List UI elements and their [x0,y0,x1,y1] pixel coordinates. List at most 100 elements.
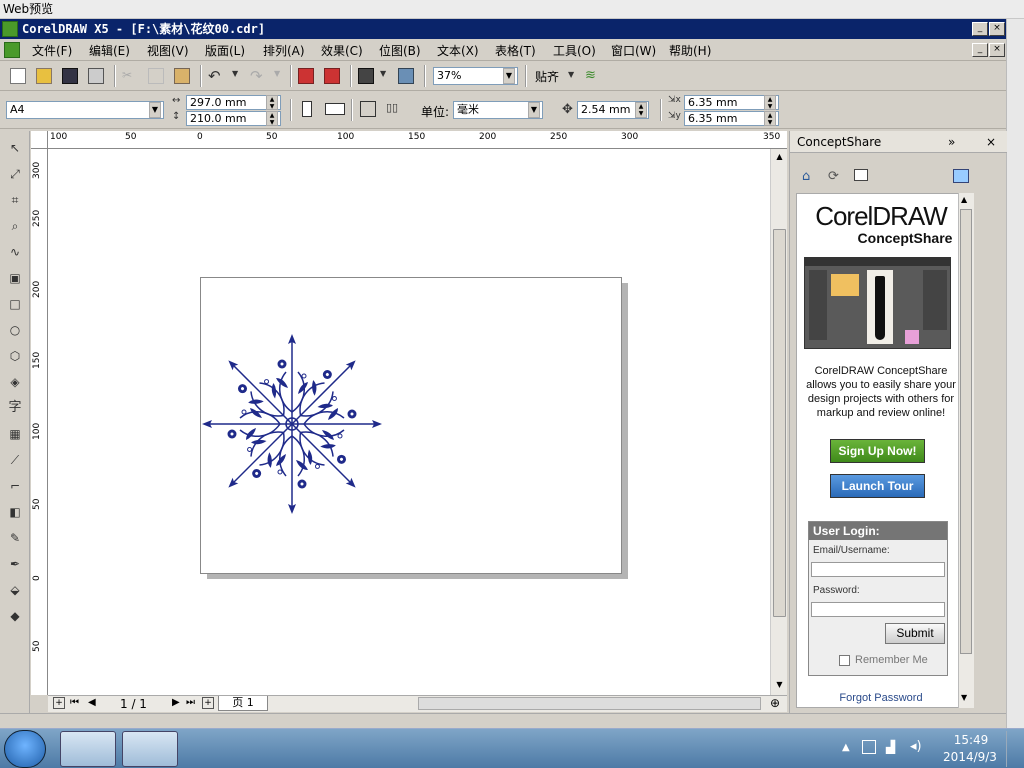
password-field[interactable] [811,602,945,617]
menu-tools[interactable]: 工具(O) [553,42,596,59]
polygon-tool-icon[interactable]: ⬡ [6,347,24,365]
application-launcher-icon[interactable] [358,68,374,84]
menu-text[interactable]: 文本(X) [437,42,479,59]
tray-expand-icon[interactable]: ▲ [842,742,850,753]
taskbar-app-coreldraw-icon[interactable] [122,731,178,767]
snap-to-label[interactable]: 贴齐 [535,68,559,85]
page-width-spinner[interactable]: ▲ ▼ [266,95,278,110]
options-icon[interactable]: ≋ [585,68,601,84]
menu-window[interactable]: 窗口(W) [611,42,656,59]
ruler-origin[interactable] [31,131,48,149]
export-icon[interactable] [324,68,340,84]
outline-tool-icon[interactable]: ✒ [6,555,24,573]
outer-scrollbar[interactable] [1006,19,1024,728]
rectangle-tool-icon[interactable]: □ [6,295,24,313]
prev-page-icon[interactable]: ◀ [88,697,96,708]
page-tab[interactable]: 页 1 [218,696,268,711]
doc-close-icon[interactable]: × [989,43,1005,57]
snap-dropdown-icon[interactable]: ▼ [568,70,584,86]
page-height-spinner[interactable]: ▲ ▼ [266,111,278,126]
open-folder-icon[interactable] [36,68,52,84]
menu-file[interactable]: 文件(F) [32,42,72,59]
next-page-icon[interactable]: ▶ [172,697,180,708]
new-document-icon[interactable] [10,68,26,84]
zoom-dropdown-icon[interactable]: ▼ [503,68,515,84]
print-icon[interactable] [88,68,104,84]
start-button-icon[interactable] [4,730,46,768]
zoom-tool-icon[interactable]: ⌕ [6,217,24,235]
clock-date[interactable]: 2014/9/3 [940,750,1000,764]
portrait-icon[interactable] [302,101,312,117]
docker-scroll-down-icon[interactable]: ▼ [961,693,967,702]
crop-tool-icon[interactable]: ⌗ [6,191,24,209]
eyedropper-tool-icon[interactable]: ✎ [6,529,24,547]
add-page-after-icon[interactable]: + [202,697,214,709]
menu-bitmaps[interactable]: 位图(B) [379,42,421,59]
menu-effects[interactable]: 效果(C) [321,42,363,59]
canvas-vertical-scrollbar[interactable]: ▲ ▼ [770,149,787,695]
menu-arrange[interactable]: 排列(A) [263,42,305,59]
shape-tool-icon[interactable]: ⤢ [6,165,24,183]
menu-help[interactable]: 帮助(H) [669,42,711,59]
menu-edit[interactable]: 编辑(E) [89,42,130,59]
all-pages-icon[interactable] [360,101,376,117]
launch-tour-button[interactable]: Launch Tour [830,474,925,498]
docker-scrollbar[interactable]: ▲ ▼ [958,193,974,708]
horizontal-ruler[interactable]: 100 50 0 50 100 150 200 250 300 350 [48,131,787,149]
vertical-scroll-thumb[interactable] [773,229,786,617]
launcher-dropdown-icon[interactable]: ▼ [380,69,396,85]
docker-expand-icon[interactable]: » [948,131,955,153]
pick-tool-icon[interactable]: ↖ [6,139,24,157]
fill-tool-icon[interactable]: ⬙ [6,581,24,599]
show-desktop-button[interactable] [1006,731,1022,767]
units-dropdown-icon[interactable]: ▼ [528,102,540,118]
floral-ornament[interactable] [196,326,392,522]
window-icon[interactable] [854,169,868,181]
taskbar-app-security-icon[interactable] [60,731,116,767]
tray-device-icon[interactable] [862,740,876,754]
docker-close-icon[interactable]: × [986,131,996,153]
undo-dropdown-icon[interactable]: ▼ [232,69,248,85]
sign-up-button[interactable]: Sign Up Now! [830,439,925,463]
home-icon[interactable]: ⌂ [802,169,818,185]
email-field[interactable] [811,562,945,577]
navigator-icon[interactable]: ⊕ [770,696,780,710]
freehand-tool-icon[interactable]: ∿ [6,243,24,261]
docker-scroll-thumb[interactable] [960,209,972,654]
current-page-icon[interactable]: ▯▯ [386,101,402,117]
vertical-ruler[interactable]: 300 250 200 150 100 50 0 50 [31,149,48,695]
last-page-icon[interactable]: ⏭ [186,697,195,708]
import-icon[interactable] [298,68,314,84]
duplicate-y-spinner[interactable]: ▲ ▼ [764,111,776,126]
cut-icon[interactable]: ✂ [122,68,138,84]
ellipse-tool-icon[interactable]: ○ [6,321,24,339]
copy-icon[interactable] [148,68,164,84]
refresh-icon[interactable]: ⟳ [828,169,844,185]
landscape-icon[interactable] [325,103,345,115]
welcome-screen-icon[interactable] [398,68,414,84]
save-icon[interactable] [62,68,78,84]
redo-dropdown-icon[interactable]: ▼ [274,69,290,85]
paper-type-dropdown-icon[interactable]: ▼ [149,102,161,118]
blend-tool-icon[interactable]: ◧ [6,503,24,521]
doc-minimize-icon[interactable]: _ [972,43,988,57]
docker-scroll-up-icon[interactable]: ▲ [961,195,967,204]
paper-type-field[interactable]: A4 [6,101,164,119]
remember-me-checkbox[interactable] [839,655,850,666]
dimension-tool-icon[interactable]: ⟋ [6,451,24,469]
scroll-up-icon[interactable]: ▲ [773,151,786,165]
scroll-down-icon[interactable]: ▼ [773,679,786,693]
first-page-icon[interactable]: ⏮ [70,697,79,708]
close-icon[interactable]: × [989,22,1005,36]
add-page-before-icon[interactable]: + [53,697,65,709]
interactive-fill-tool-icon[interactable]: ◆ [6,607,24,625]
forgot-password-link[interactable]: Forgot Password [797,692,965,704]
menu-table[interactable]: 表格(T) [495,42,536,59]
connector-tool-icon[interactable]: ⌐ [6,477,24,495]
menu-layout[interactable]: 版面(L) [205,42,245,59]
paste-icon[interactable] [174,68,190,84]
menu-view[interactable]: 视图(V) [147,42,189,59]
minimize-icon[interactable]: _ [972,22,988,36]
table-tool-icon[interactable]: ▦ [6,425,24,443]
nudge-spinner[interactable]: ▲ ▼ [635,102,647,118]
